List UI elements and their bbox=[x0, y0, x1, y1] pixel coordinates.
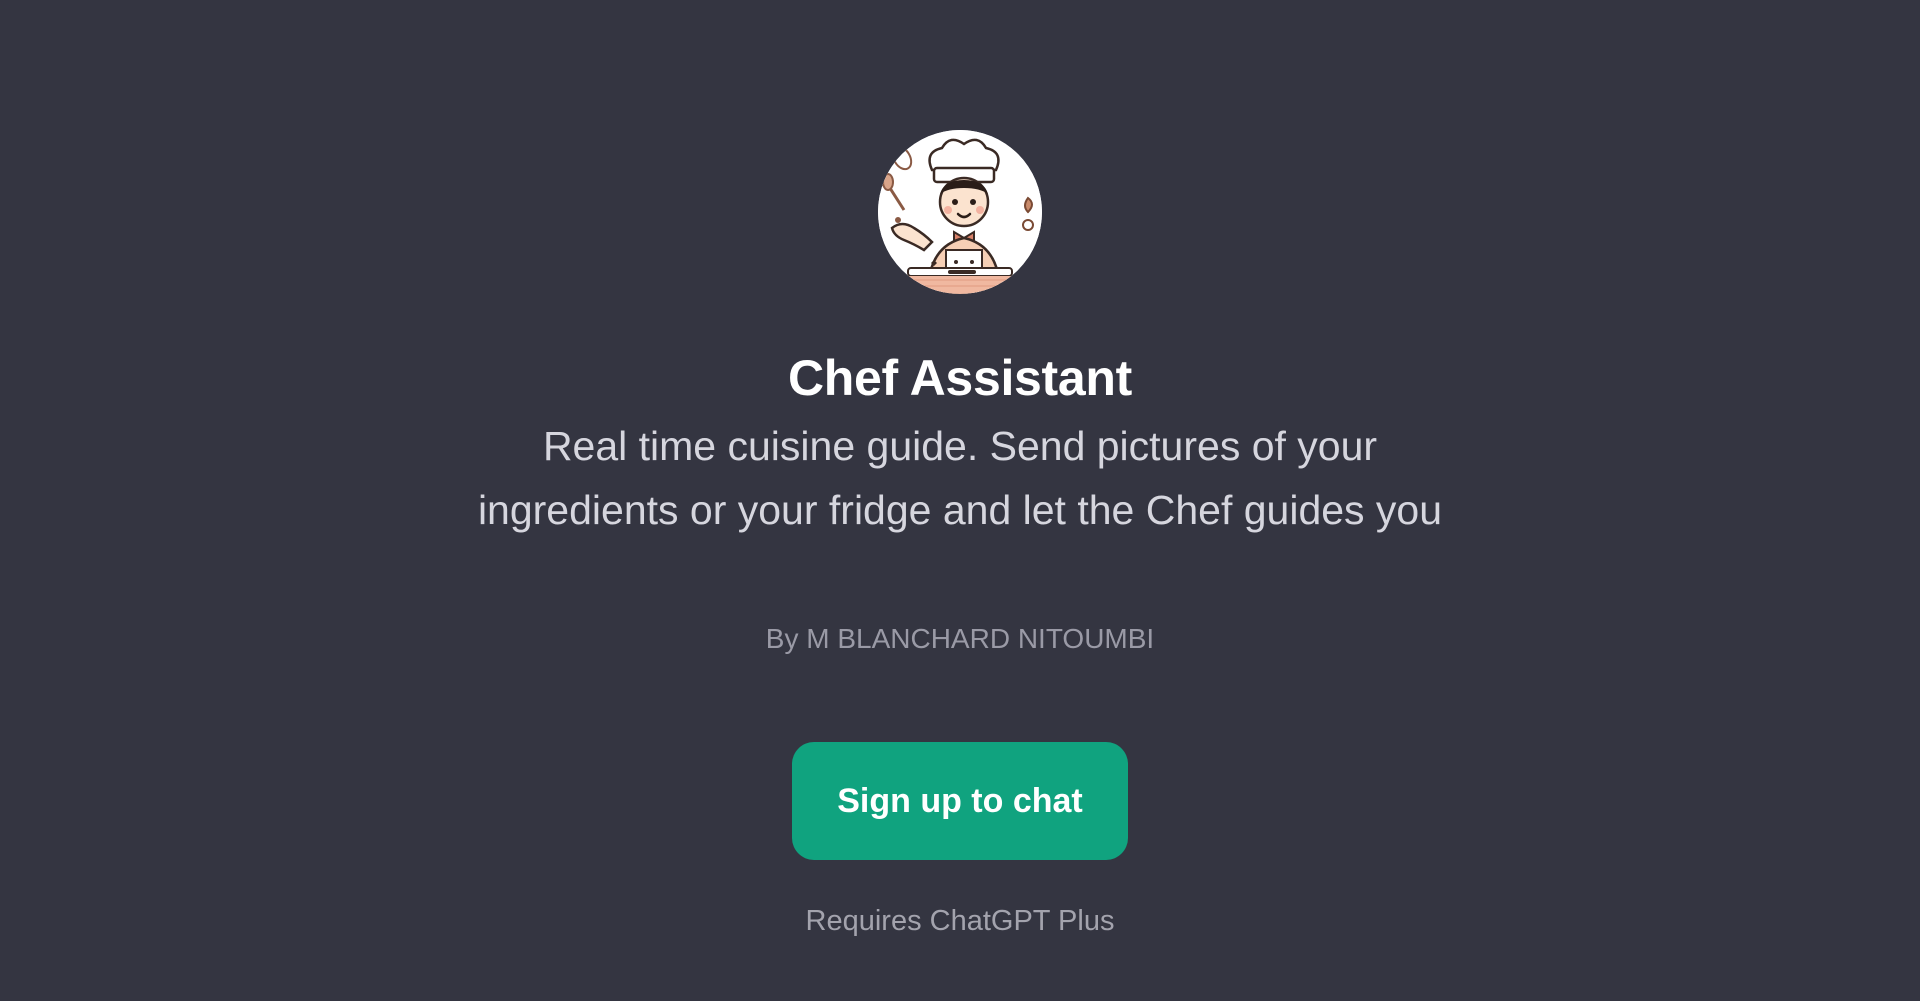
requires-plus-note: Requires ChatGPT Plus bbox=[805, 905, 1115, 937]
chef-avatar-icon bbox=[878, 130, 1042, 294]
gpt-title: Chef Assistant bbox=[787, 350, 1133, 406]
gpt-author: By M BLANCHARD NITOUMBI bbox=[765, 623, 1155, 654]
gpt-landing-page: Chef Assistant Real time cuisine guide. … bbox=[0, 0, 1920, 1001]
gpt-description: Real time cuisine guide. Send pictures o… bbox=[477, 423, 1443, 533]
sign-up-button-label: Sign up to chat bbox=[837, 781, 1083, 820]
sign-up-to-chat-button[interactable]: Sign up to chat bbox=[792, 742, 1128, 860]
